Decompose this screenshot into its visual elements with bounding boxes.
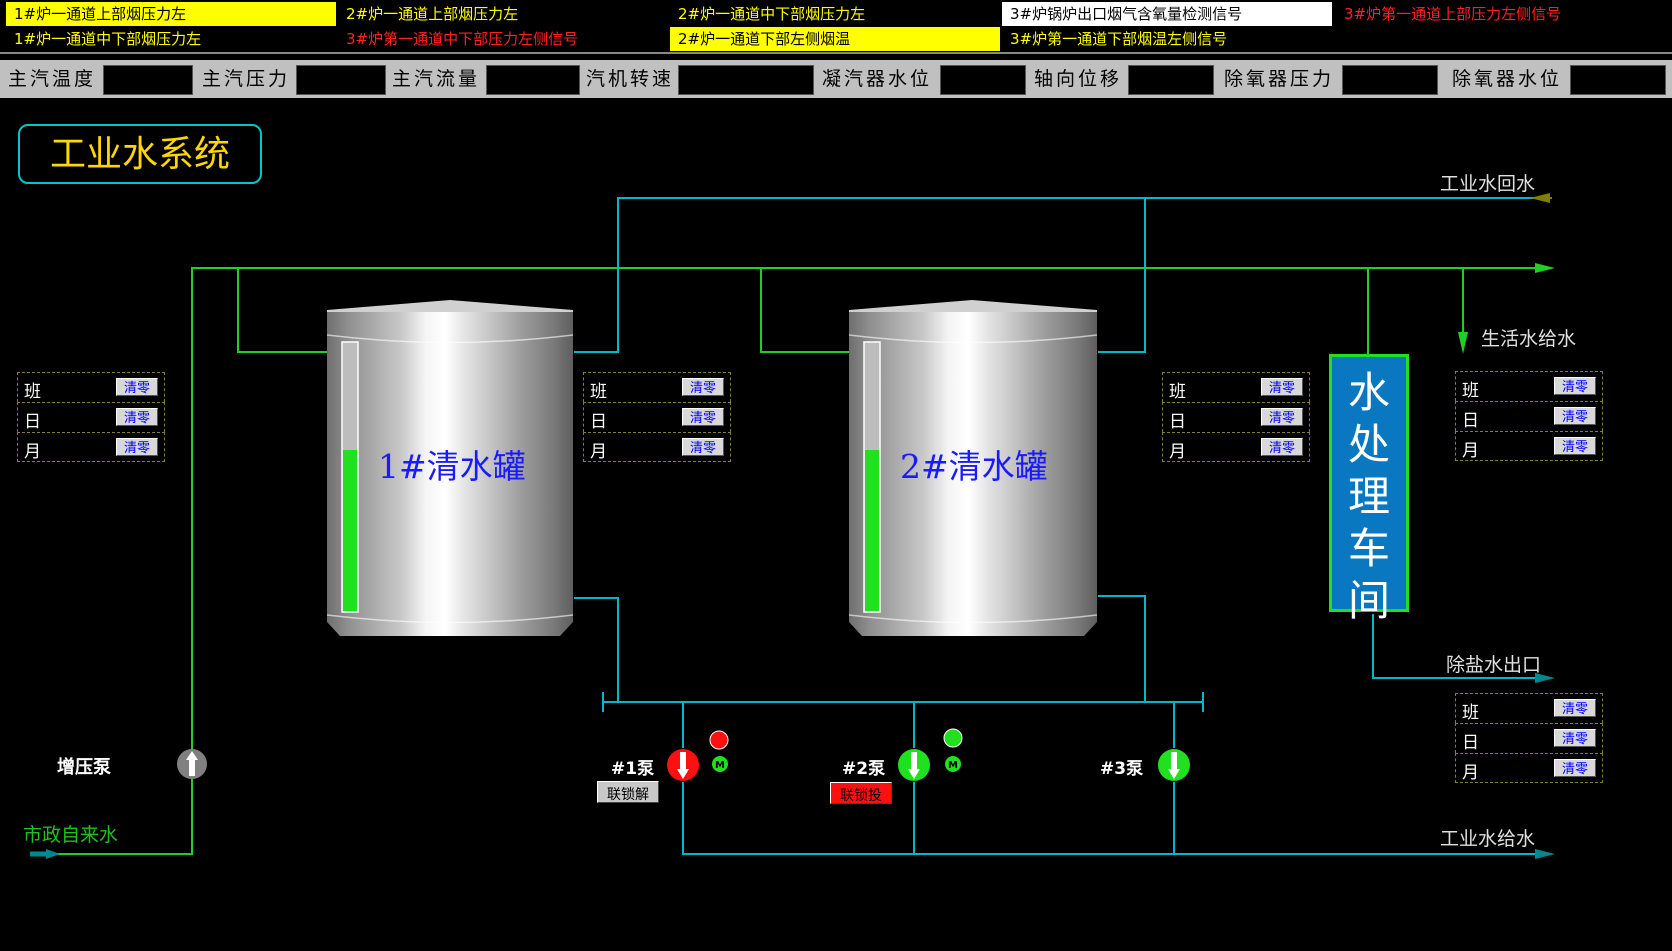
reset-button[interactable]: 清零 [1261,378,1303,396]
counter-panel: 班清零 日清零 月清零 [583,372,731,462]
counter-row-shift: 班 清零 [1455,693,1603,723]
reset-button[interactable]: 清零 [1554,437,1596,455]
counter-label: 日 [1462,411,1479,431]
level-fill [865,450,879,611]
tank-2-label: 2#清水罐 [900,447,1048,486]
tank2-inlet-pipe [760,268,849,353]
flow-arrow [1535,263,1555,273]
process-diagram: M M [30,193,1555,859]
counter-panel: 班清零 日清零 月清零 [1455,371,1603,461]
counter-label: 月 [1169,442,1186,462]
counter-row-shift: 班 清零 [1162,372,1310,402]
counter-label: 月 [1462,441,1479,461]
municipal-water-pipe [46,267,1535,855]
reset-button[interactable]: 清零 [1554,407,1596,425]
counter-row-month: 月 清零 [583,432,731,462]
reset-button[interactable]: 清零 [682,438,724,456]
pump-3-icon[interactable] [1158,749,1190,781]
counter-label: 月 [1462,763,1479,783]
counter-row-month: 月 清零 [1162,432,1310,462]
counter-label: 班 [1462,381,1479,401]
counter-label: 班 [1169,382,1186,402]
industrial-supply-label: 工业水给水 [1440,828,1536,850]
counter-row-month: 月 清零 [17,432,165,462]
reset-button[interactable]: 清零 [1554,729,1596,747]
domestic-supply-label: 生活水给水 [1481,328,1577,350]
motor-icon: M [945,756,961,772]
svg-text:M: M [715,760,725,771]
pump-2-icon[interactable] [898,749,930,781]
industrial-supply-pipe [682,782,1535,855]
flow-arrow [1535,849,1555,859]
reset-button[interactable]: 清零 [116,438,158,456]
svg-text:M: M [948,760,958,771]
motor-icon: M [712,756,728,772]
flow-arrow [1458,332,1468,354]
tank1-outlet-pipe [574,597,619,702]
reset-button[interactable]: 清零 [1554,377,1596,395]
water-treatment-workshop[interactable]: 水处理车间 [1329,354,1409,625]
counter-panel: 班清零 日清零 月清零 [1162,372,1310,462]
return-water-label: 工业水回水 [1440,173,1536,195]
booster-pump-label: 增压泵 [57,757,111,778]
counter-panel: 班清零 日清零 月清零 [1455,693,1603,783]
counter-row-shift: 班 清零 [583,372,731,402]
counter-label: 日 [1462,733,1479,753]
counter-row-shift: 班 清零 [1455,371,1603,401]
reset-button[interactable]: 清零 [1554,699,1596,717]
pump-1-icon[interactable] [667,749,699,781]
reset-button[interactable]: 清零 [116,408,158,426]
counter-label: 日 [590,412,607,432]
counter-label: 月 [590,442,607,462]
pump-2-status-indicator [943,728,963,748]
counter-row-day: 日 清零 [1455,723,1603,753]
municipal-water-label: 市政自来水 [23,824,119,846]
reset-button[interactable]: 清零 [1261,438,1303,456]
counter-row-day: 日 清零 [1455,401,1603,431]
counter-label: 月 [24,442,41,462]
counter-row-day: 日 清零 [17,402,165,432]
counter-panel: 班清零 日清零 月清零 [17,372,165,462]
counter-row-day: 日 清零 [583,402,731,432]
booster-pump-icon[interactable] [177,749,207,779]
pump-1-interlock-button[interactable]: 联锁解除 [597,781,659,824]
counter-row-day: 日 清零 [1162,402,1310,432]
tank-1-label: 1#清水罐 [378,447,526,486]
demin-outlet-label: 除盐水出口 [1446,654,1542,676]
level-fill [343,450,357,611]
pump-1-label: #1泵 [611,759,655,779]
tank2-outlet-pipe [1098,595,1146,702]
counter-label: 日 [24,412,41,432]
pump-1-status-indicator [709,730,729,750]
counter-label: 日 [1169,412,1186,432]
flow-arrow [46,849,60,859]
counter-row-month: 月 清零 [1455,431,1603,461]
counter-label: 班 [1462,703,1479,723]
reset-button[interactable]: 清零 [1554,759,1596,777]
reset-button[interactable]: 清零 [682,378,724,396]
counter-label: 班 [24,382,41,402]
pump-2-label: #2泵 [842,759,886,779]
counter-label: 班 [590,382,607,402]
pump-2-interlock-button[interactable]: 联锁投入 [830,782,892,825]
pump-3-label: #3泵 [1100,759,1144,779]
tank1-inlet-pipe [237,268,327,353]
reset-button[interactable]: 清零 [682,408,724,426]
reset-button[interactable]: 清零 [116,378,158,396]
counter-row-month: 月 清零 [1455,753,1603,783]
reset-button[interactable]: 清零 [1261,408,1303,426]
counter-row-shift: 班 清零 [17,372,165,402]
tank2-return-pipe [1098,198,1146,353]
